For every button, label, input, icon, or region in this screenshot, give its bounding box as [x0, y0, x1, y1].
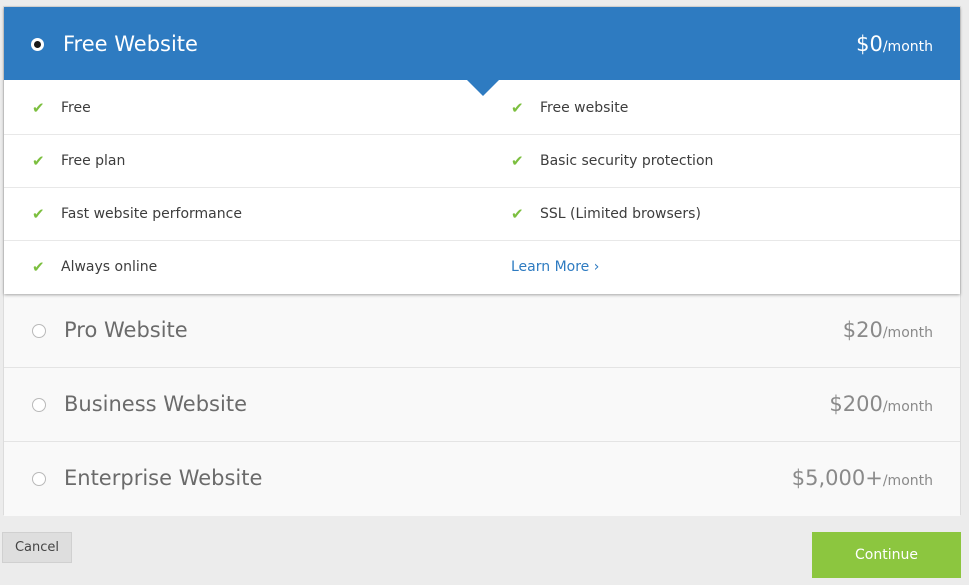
plan-option-enterprise[interactable]: Enterprise Website $5,000+/month [4, 442, 960, 516]
plan-price-business: $200/month [829, 389, 933, 422]
check-icon: ✔ [511, 205, 524, 223]
plan-header-free[interactable]: Free Website $0/month [4, 7, 960, 80]
check-icon: ✔ [32, 99, 45, 117]
plan-price-pro: $20/month [843, 315, 933, 348]
plan-option-free-selected: Free Website $0/month ✔ Free ✔ Free webs… [4, 7, 960, 294]
check-icon: ✔ [511, 152, 524, 170]
check-icon: ✔ [511, 99, 524, 117]
feature-item: ✔ Free website [511, 82, 628, 134]
feature-item: Learn More › [511, 241, 599, 293]
feature-row: ✔ Free plan ✔ Basic security protection [4, 135, 960, 188]
plan-selector-panel: Free Website $0/month ✔ Free ✔ Free webs… [3, 6, 961, 516]
plan-option-business[interactable]: Business Website $200/month [4, 368, 960, 442]
feature-row: ✔ Free ✔ Free website [4, 82, 960, 135]
radio-unselected-icon[interactable] [32, 324, 46, 338]
feature-label: SSL (Limited browsers) [540, 206, 701, 222]
feature-item: ✔ Always online [32, 241, 157, 293]
feature-label: Free [61, 100, 91, 116]
feature-label: Free plan [61, 153, 126, 169]
plan-price-enterprise: $5,000+/month [792, 463, 933, 496]
plan-name-pro: Pro Website [64, 318, 188, 342]
plan-price-free: $0/month [856, 29, 933, 62]
feature-item: ✔ Free [32, 82, 91, 134]
feature-label: Basic security protection [540, 153, 714, 169]
feature-item: ✔ SSL (Limited browsers) [511, 188, 701, 240]
price-unit: /month [882, 325, 933, 341]
price-unit: /month [882, 473, 933, 489]
plan-name-business: Business Website [64, 392, 247, 416]
radio-unselected-icon[interactable] [32, 472, 46, 486]
plan-option-pro[interactable]: Pro Website $20/month [4, 294, 960, 368]
feature-label: Always online [61, 259, 158, 275]
feature-item: ✔ Basic security protection [511, 135, 713, 187]
feature-label: Fast website performance [61, 206, 242, 222]
check-icon: ✔ [32, 152, 45, 170]
price-amount: $200 [829, 392, 883, 416]
radio-selected-icon[interactable] [31, 38, 44, 51]
radio-unselected-icon[interactable] [32, 398, 46, 412]
plan-name-enterprise: Enterprise Website [64, 466, 263, 490]
continue-button[interactable]: Continue [812, 532, 961, 578]
price-unit: /month [882, 399, 933, 415]
check-icon: ✔ [32, 205, 45, 223]
price-unit: /month [882, 39, 933, 55]
price-amount: $5,000+ [791, 466, 883, 490]
feature-item: ✔ Fast website performance [32, 188, 242, 240]
cancel-button[interactable]: Cancel [2, 532, 72, 563]
plan-name-free: Free Website [63, 32, 198, 56]
price-amount: $20 [842, 318, 883, 342]
feature-label: Free website [540, 100, 629, 116]
feature-row: ✔ Always online Learn More › [4, 241, 960, 294]
price-amount: $0 [856, 32, 883, 56]
feature-row: ✔ Fast website performance ✔ SSL (Limite… [4, 188, 960, 241]
feature-item: ✔ Free plan [32, 135, 125, 187]
learn-more-link[interactable]: Learn More › [511, 259, 599, 275]
feature-list: ✔ Free ✔ Free website ✔ Free plan ✔ Basi… [4, 82, 960, 294]
check-icon: ✔ [32, 258, 45, 276]
